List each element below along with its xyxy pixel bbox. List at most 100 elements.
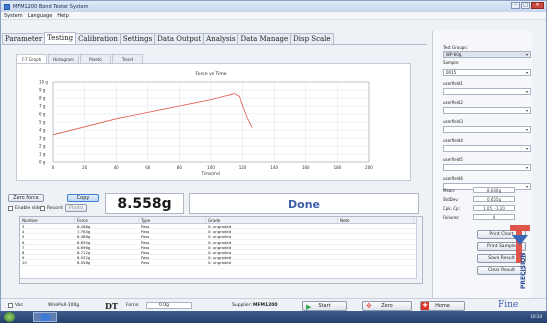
start-label: Start <box>318 303 331 309</box>
chart-svg: Force vs Time 0 g 1 g 2 g 3 g 4 g 5 g 6 g 7 g 8 g… <box>39 71 373 176</box>
subtab-trend[interactable]: Trend <box>112 54 143 63</box>
table-cell <box>338 255 414 259</box>
sample-label: Sample: <box>443 60 460 65</box>
y-tick-label: 4 g <box>39 128 46 133</box>
test-groups-label: Test Groups: <box>443 45 468 50</box>
userfield-select[interactable] <box>443 88 531 95</box>
userfield-select[interactable] <box>443 145 531 152</box>
menu-help[interactable]: Help <box>57 13 68 19</box>
tab-data-manage[interactable]: Data Manage <box>237 33 292 44</box>
table-row[interactable]: 10 8.558g Pass 0: ungraded <box>20 260 422 266</box>
table-cell: 5 <box>22 234 25 240</box>
table-cell <box>338 224 414 228</box>
table-cell: 3 <box>22 224 25 229</box>
x-tick-label: 80 <box>177 165 183 170</box>
tab-parameter[interactable]: Parameter <box>2 33 46 44</box>
tab-testing[interactable]: Testing <box>44 32 77 44</box>
table-cell: Pass <box>141 239 150 245</box>
table-cell: Pass <box>141 224 150 229</box>
zero-label: Zero <box>381 303 393 309</box>
table-vertical-scrollbar[interactable] <box>416 217 422 283</box>
start-button[interactable]: ▶ Start <box>302 301 347 311</box>
zero-button[interactable]: ✥ Zero <box>362 301 412 311</box>
y-tick-label: 0 g <box>39 160 46 165</box>
table-cell: 7.764g <box>77 229 91 235</box>
vac-label: Vac <box>15 303 23 308</box>
supplier-value: MFM1200 <box>253 303 278 308</box>
taskbar-app-button[interactable] <box>33 312 57 322</box>
stat-label: Cpk, Cp: <box>443 206 460 211</box>
sensor-name: WirePull-100g <box>48 303 80 308</box>
col-grade[interactable]: Grade <box>206 217 338 223</box>
col-note[interactable]: Note <box>338 217 414 223</box>
subtab-ft-graph[interactable]: F-T Graph <box>16 54 47 63</box>
userfield-label: userfield5 <box>443 157 463 162</box>
supplier-label: Supplier: <box>232 303 252 308</box>
copy-button[interactable]: Copy <box>67 194 99 202</box>
col-number[interactable]: Number <box>20 217 75 223</box>
y-tick-label: 3 g <box>39 136 46 141</box>
col-force[interactable]: Force <box>75 217 139 223</box>
minimize-button[interactable]: – <box>511 2 520 9</box>
table-cell: 8.932g <box>77 255 91 261</box>
menu-bar: System Language Help <box>1 12 546 20</box>
x-tick-label: 160 <box>302 165 310 170</box>
main-tabs: Parameter Testing Calibration Settings D… <box>2 32 334 44</box>
table-cell <box>338 250 414 254</box>
y-tick-label: 2 g <box>39 144 46 149</box>
menu-language[interactable]: Language <box>28 13 53 19</box>
enable-side-label: Enable side <box>15 206 41 211</box>
table-horizontal-scrollbar[interactable] <box>20 278 417 283</box>
table-cell: 8.630g <box>77 239 91 245</box>
userfield-select[interactable] <box>443 164 531 171</box>
record-checkbox[interactable]: Record <box>40 206 63 211</box>
start-orb-icon[interactable] <box>4 312 15 322</box>
maximize-button[interactable]: □ <box>521 2 530 9</box>
enable-side-checkbox[interactable]: Enable side <box>8 206 41 211</box>
x-tick-label: 20 <box>82 165 88 170</box>
y-tick-label: 8 g <box>39 96 46 101</box>
table-cell: 0: ungraded <box>208 229 232 235</box>
stat-value: 0 <box>473 214 515 220</box>
title-bar: MFM1200 Bond Tester System – □ ✕ <box>1 1 546 12</box>
x-tick-label: 0 <box>52 165 55 170</box>
tab-settings[interactable]: Settings <box>119 33 156 44</box>
checkbox-box <box>8 303 13 308</box>
userfield-select[interactable] <box>443 107 531 114</box>
tab-analysis[interactable]: Analysis <box>203 33 239 44</box>
y-tick-label: 7 g <box>39 104 46 109</box>
tab-data-output[interactable]: Data Output <box>154 33 205 44</box>
userfield-select[interactable] <box>443 126 531 133</box>
table-cell: 6 <box>22 239 25 245</box>
sample-select[interactable]: 0015 <box>443 69 531 76</box>
subtab-pareto[interactable]: Pareto <box>80 54 111 63</box>
tab-disp-scale[interactable]: Disp Scale <box>290 33 334 44</box>
home-button[interactable]: ✚ Home <box>420 301 465 311</box>
table-cell: 8.486g <box>77 234 91 240</box>
y-tick-label: 10 g <box>39 80 48 85</box>
tab-divider <box>2 44 427 45</box>
vac-checkbox[interactable]: Vac <box>8 303 23 308</box>
force-label: Force: <box>126 303 140 308</box>
dt-label: DT <box>105 301 118 311</box>
table-cell: Pass <box>141 260 150 266</box>
x-tick-label: 100 <box>207 165 215 170</box>
app-window: MFM1200 Bond Tester System – □ ✕ System … <box>0 0 547 312</box>
photo-button[interactable]: Photo <box>65 204 87 212</box>
subtab-histogram[interactable]: Histogram <box>48 54 79 63</box>
menu-system[interactable]: System <box>4 13 23 19</box>
stat-label: StdDev: <box>443 197 459 202</box>
app-icon <box>41 314 50 321</box>
table-cell: 10 <box>22 260 27 266</box>
table-cell: Pass <box>141 244 150 250</box>
table-cell: 0: ungraded <box>208 249 232 255</box>
zero-force-button[interactable]: Zero force <box>8 194 44 202</box>
col-type[interactable]: Type <box>139 217 206 223</box>
userfield-label: userfield4 <box>443 138 463 143</box>
checkbox-box <box>8 206 13 211</box>
table-cell: 8.268g <box>77 224 91 229</box>
stat-value: 1.05, -1.20 <box>473 205 515 211</box>
tab-calibration[interactable]: Calibration <box>75 33 121 44</box>
test-groups-select[interactable]: WP-60g <box>443 51 531 58</box>
close-button[interactable]: ✕ <box>531 2 544 9</box>
